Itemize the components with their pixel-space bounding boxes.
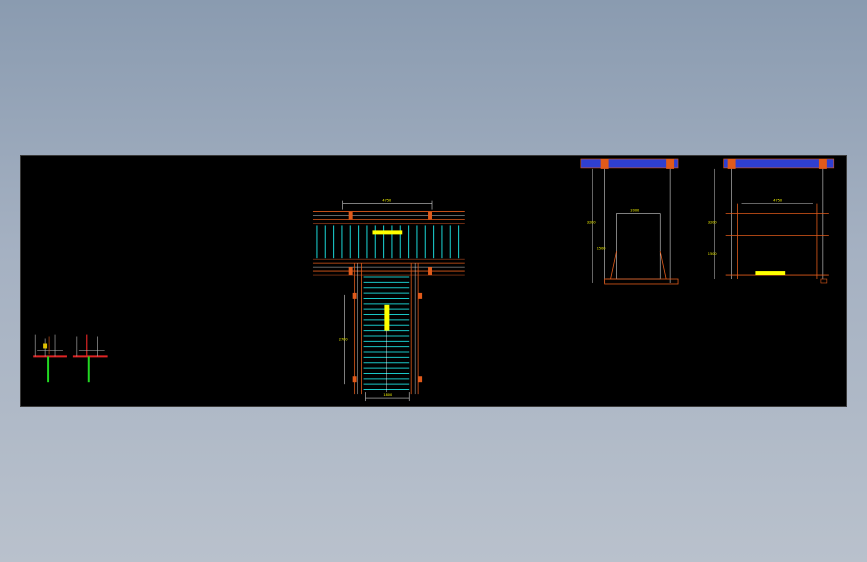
cad-drawing-canvas: 4750 1800 2700 3200 1500 2000 3200 1500 … — [33, 158, 835, 402]
section-view-a: 3200 1500 2000 — [580, 158, 679, 285]
dim-top-width: 4750 — [382, 199, 391, 203]
platform-slats — [316, 225, 460, 259]
cad-drawing-viewport[interactable]: 4750 1800 2700 3200 1500 2000 3200 1500 … — [20, 155, 847, 407]
dim-section-b-height: 3200 — [708, 220, 717, 224]
plan-view: 4750 1800 2700 — [312, 199, 465, 402]
dim-stair-width: 1800 — [383, 393, 392, 397]
dim-side-left: 2700 — [339, 338, 348, 342]
small-detail-left — [33, 334, 67, 383]
dim-section-a-width: 2000 — [630, 209, 639, 213]
dim-section-a-lower: 1500 — [597, 246, 606, 250]
section-view-b: 3200 1500 4750 — [708, 158, 835, 284]
dim-section-b-width: 4750 — [773, 199, 782, 203]
dim-section-b-lower: 1500 — [708, 252, 717, 256]
small-detail-right — [72, 334, 108, 383]
dim-section-a-height: 3200 — [587, 220, 596, 224]
